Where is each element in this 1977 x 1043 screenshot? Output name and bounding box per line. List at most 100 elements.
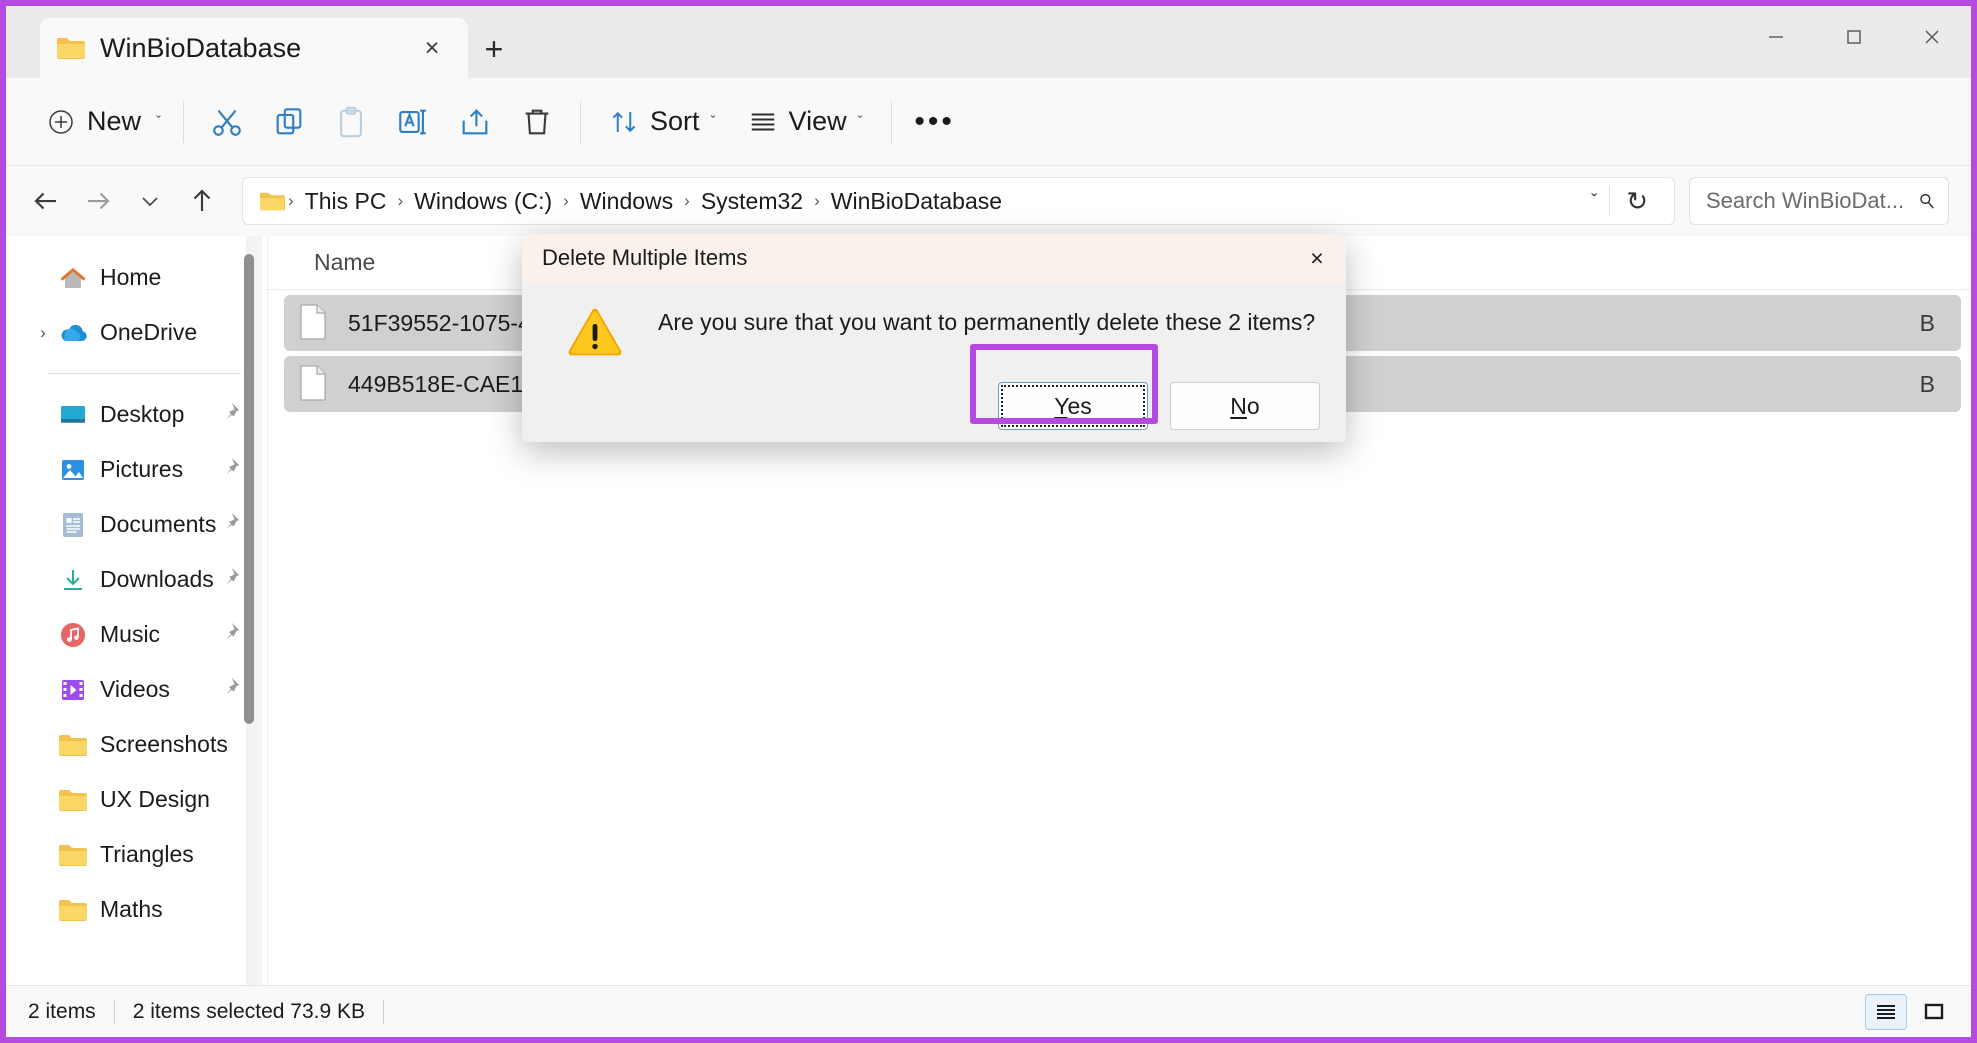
recent-locations-button[interactable] xyxy=(124,175,176,227)
sidebar-item-desktop[interactable]: Desktop xyxy=(16,387,257,442)
sidebar-item-documents[interactable]: Documents xyxy=(16,497,257,552)
status-bar: 2 items 2 items selected 73.9 KB xyxy=(6,985,1971,1037)
breadcrumb-item-2[interactable]: Windows xyxy=(572,184,681,219)
sidebar-item-label: Maths xyxy=(100,896,163,922)
refresh-icon[interactable]: ↻ xyxy=(1609,185,1664,217)
pin-icon xyxy=(226,677,240,695)
close-icon[interactable]: × xyxy=(1288,234,1346,282)
sidebar-item-onedrive[interactable]: › OneDrive xyxy=(16,305,257,360)
breadcrumb-item-4[interactable]: WinBioDatabase xyxy=(823,184,1010,219)
onedrive-icon xyxy=(56,318,90,348)
folder-icon xyxy=(259,191,285,212)
minimize-button[interactable] xyxy=(1737,6,1815,68)
arrow-up-icon xyxy=(193,189,211,211)
share-button[interactable] xyxy=(444,93,506,151)
close-icon[interactable]: × xyxy=(412,28,452,68)
pin-icon[interactable] xyxy=(219,621,243,648)
pin-icon[interactable] xyxy=(219,456,243,483)
breadcrumb-item-1[interactable]: Windows (C:) xyxy=(406,184,560,219)
accel-letter: Y xyxy=(1054,392,1068,419)
chevron-down-icon[interactable]: ˇ xyxy=(1579,191,1609,212)
pin-icon xyxy=(226,512,240,530)
chevron-down-icon[interactable]: ˇ xyxy=(858,113,863,130)
delete-button[interactable] xyxy=(506,93,568,151)
divider xyxy=(382,999,384,1024)
forward-button xyxy=(72,175,124,227)
breadcrumb-item-3[interactable]: System32 xyxy=(693,184,811,219)
up-button[interactable] xyxy=(176,175,228,227)
sidebar-item-home[interactable]: Home xyxy=(16,250,257,305)
breadcrumb[interactable]: › This PC › Windows (C:) › Windows › Sys… xyxy=(242,177,1675,225)
chevron-down-icon xyxy=(142,197,158,207)
pin-icon[interactable] xyxy=(219,566,243,593)
command-bar: New ˇ Sort ˇ View ˇ ••• xyxy=(6,78,1971,166)
maximize-button[interactable] xyxy=(1815,6,1893,68)
sidebar-scrollbar-thumb[interactable] xyxy=(244,254,254,724)
search-icon[interactable] xyxy=(1917,188,1936,214)
pin-icon[interactable] xyxy=(219,676,243,703)
cut-button[interactable] xyxy=(196,93,258,151)
sidebar-item-music[interactable]: Music xyxy=(16,607,257,662)
file-size: B xyxy=(1919,370,1935,397)
sidebar-item-pictures[interactable]: Pictures xyxy=(16,442,257,497)
sidebar-item-videos[interactable]: Videos xyxy=(16,662,257,717)
copy-button[interactable] xyxy=(258,93,320,151)
pin-icon xyxy=(226,457,240,475)
new-tab-button[interactable]: + xyxy=(472,28,516,70)
pin-icon[interactable] xyxy=(219,401,243,428)
sidebar-item-maths[interactable]: Maths xyxy=(16,882,257,937)
tab-winbiodatabase[interactable]: WinBioDatabase × xyxy=(40,18,468,78)
view-button[interactable]: View ˇ xyxy=(732,93,879,151)
folder-icon xyxy=(56,785,90,815)
paste-button[interactable] xyxy=(320,93,382,151)
navigation-pane: Home › OneDrive Desktop Pictures Documen… xyxy=(6,236,268,985)
item-count: 2 items xyxy=(28,999,96,1023)
rename-button[interactable] xyxy=(382,93,444,151)
yes-button-label: Yes xyxy=(1054,392,1092,419)
trash-icon xyxy=(525,109,549,134)
pictures-icon xyxy=(56,455,90,485)
back-button[interactable] xyxy=(20,175,72,227)
details-view-toggle[interactable] xyxy=(1865,993,1907,1030)
sidebar-scrollbar-track[interactable] xyxy=(244,236,262,985)
chevron-down-icon[interactable]: ˇ xyxy=(156,113,161,130)
share-icon xyxy=(462,108,488,134)
breadcrumb-separator: › xyxy=(397,191,404,210)
sidebar-item-downloads[interactable]: Downloads xyxy=(16,552,257,607)
accel-letter: N xyxy=(1230,392,1247,419)
breadcrumb-separator: › xyxy=(563,191,569,210)
pin-icon[interactable] xyxy=(219,511,243,538)
no-button-label: No xyxy=(1230,392,1260,419)
pin-icon xyxy=(226,622,240,640)
no-button[interactable]: No xyxy=(1170,382,1320,430)
column-header-name[interactable]: Name xyxy=(314,249,375,276)
sidebar-item-screenshots[interactable]: Screenshots xyxy=(16,717,257,772)
file-icon xyxy=(298,364,332,404)
search-input[interactable] xyxy=(1706,188,1917,214)
large-icons-view-toggle[interactable] xyxy=(1913,994,1955,1030)
expand-arrow[interactable]: › xyxy=(30,323,56,343)
close-window-button[interactable] xyxy=(1893,6,1971,68)
sort-button-label: Sort xyxy=(650,106,700,136)
yes-button[interactable]: Yes xyxy=(998,382,1148,430)
desktop-icon xyxy=(56,400,90,430)
folder-icon xyxy=(56,840,90,870)
sort-button[interactable]: Sort ˇ xyxy=(593,93,732,151)
new-button[interactable]: New ˇ xyxy=(36,98,171,145)
sidebar-divider xyxy=(48,373,241,374)
file-explorer-window: WinBioDatabase × + New ˇ Sort ˇ View ˇ •… xyxy=(0,0,1977,1043)
search-box[interactable] xyxy=(1689,177,1949,225)
dialog-title-bar: Delete Multiple Items × xyxy=(522,234,1346,282)
chevron-down-icon[interactable]: ˇ xyxy=(711,113,716,130)
sidebar-item-triangles[interactable]: Triangles xyxy=(16,827,257,882)
sidebar-item-label: Documents xyxy=(100,511,217,537)
file-icon xyxy=(298,303,332,343)
address-bar: › This PC › Windows (C:) › Windows › Sys… xyxy=(6,166,1971,236)
breadcrumb-item-0[interactable]: This PC xyxy=(297,184,395,219)
sidebar-item-ux-design[interactable]: UX Design xyxy=(16,772,257,827)
divider xyxy=(183,100,185,143)
view-toggle-group xyxy=(1865,993,1955,1030)
warning-triangle-icon xyxy=(566,306,624,358)
overflow-menu-button[interactable]: ••• xyxy=(904,93,966,151)
home-icon xyxy=(56,263,90,293)
